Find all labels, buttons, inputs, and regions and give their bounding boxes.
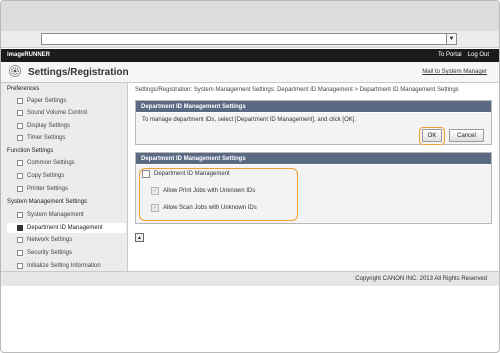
sidebar-item-label: Network Settings xyxy=(27,237,73,243)
checkbox-label: Department ID Management xyxy=(154,171,230,177)
sidebar-item-label: Initialize Setting Information xyxy=(27,263,101,269)
bullet-icon xyxy=(17,225,23,231)
cancel-button[interactable]: Cancel xyxy=(449,129,484,142)
gear-icon xyxy=(9,65,21,77)
page-title: Settings/Registration xyxy=(28,67,129,78)
sidebar-item-label: Timer Settings xyxy=(27,135,66,141)
brand-bar: imageRUNNER To Portal Log Out xyxy=(1,49,499,62)
bullet-icon xyxy=(17,263,23,269)
sidebar-item-network-settings[interactable]: Network Settings xyxy=(17,235,72,245)
bullet-icon xyxy=(17,123,23,129)
sidebar-item-label: Security Settings xyxy=(27,250,73,256)
allow-scan-option[interactable]: ✓ Allow Scan Jobs with Unknown IDs xyxy=(151,204,257,212)
bullet-icon xyxy=(17,160,23,166)
checkbox-label: Allow Print Jobs with Unknown IDs xyxy=(163,188,256,194)
sidebar-item-label: Paper Settings xyxy=(27,98,67,104)
main-content: Settings/Registration: System Management… xyxy=(128,83,499,271)
browser-window: ▼ imageRUNNER To Portal Log Out Settings… xyxy=(0,0,500,353)
footer: Copyright CANON INC. 2013 All Rights Res… xyxy=(1,271,499,286)
department-id-management-option[interactable]: Department ID Management xyxy=(142,170,230,178)
checkbox-label: Allow Scan Jobs with Unknown IDs xyxy=(163,205,257,211)
to-portal-link[interactable]: To Portal xyxy=(438,52,462,58)
bullet-icon xyxy=(17,237,23,243)
dropdown-arrow-icon[interactable]: ▼ xyxy=(446,34,456,44)
panel-body: To manage department IDs, select [Depart… xyxy=(136,113,491,145)
allow-print-option[interactable]: ✓ Allow Print Jobs with Unknown IDs xyxy=(151,187,255,195)
bullet-icon xyxy=(17,135,23,141)
sidebar-heading-system: System Management Settings xyxy=(7,199,88,205)
sidebar-item-label: Department ID Management xyxy=(27,225,103,231)
sidebar-item-common-settings[interactable]: Common Settings xyxy=(17,158,75,168)
ok-button[interactable]: OK xyxy=(422,129,442,142)
sidebar-item-printer-settings[interactable]: Printer Settings xyxy=(17,184,68,194)
sidebar-item-initialize-setting-information[interactable]: Initialize Setting Information xyxy=(17,261,101,271)
address-field[interactable]: ▼ xyxy=(41,33,457,45)
sidebar-item-label: Display Settings xyxy=(27,123,71,129)
sidebar-item-timer-settings[interactable]: Timer Settings xyxy=(17,133,65,143)
bullet-icon xyxy=(17,173,23,179)
mail-to-system-manager-link[interactable]: Mail to System Manager xyxy=(422,69,487,75)
bullet-icon xyxy=(17,98,23,104)
bullet-icon xyxy=(17,250,23,256)
sidebar-heading-preferences: Preferences xyxy=(7,86,40,92)
sidebar-item-label: Printer Settings xyxy=(27,186,69,192)
bullet-icon xyxy=(17,212,23,218)
department-id-options-panel: Department ID Management Settings Depart… xyxy=(135,152,492,224)
top-links: To Portal Log Out xyxy=(438,52,489,58)
sidebar-item-system-management[interactable]: System Management xyxy=(17,210,84,220)
breadcrumb: Settings/Registration: System Management… xyxy=(135,87,459,93)
panel-header: Department ID Management Settings xyxy=(136,153,491,164)
department-id-management-checkbox[interactable] xyxy=(142,170,150,178)
sidebar-item-label: Common Settings xyxy=(27,160,75,166)
sidebar-item-security-settings[interactable]: Security Settings xyxy=(17,248,72,258)
bullet-icon xyxy=(17,186,23,192)
logout-link[interactable]: Log Out xyxy=(468,52,489,58)
brand-name: imageRUNNER xyxy=(7,52,51,58)
panel-header: Department ID Management Settings xyxy=(136,101,491,112)
title-bar: Settings/Registration Mail to System Man… xyxy=(1,62,499,83)
sidebar-item-sound-volume[interactable]: Sound Volume Control xyxy=(17,108,87,118)
panel-body: Department ID Management ✓ Allow Print J… xyxy=(136,165,491,223)
sidebar-item-department-id-management[interactable]: Department ID Management xyxy=(7,223,126,233)
instruction-message: To manage department IDs, select [Depart… xyxy=(142,117,357,123)
copyright-text: Copyright CANON INC. 2013 All Rights Res… xyxy=(355,276,487,282)
back-to-top-icon[interactable]: ▲ xyxy=(135,233,144,242)
bullet-icon xyxy=(17,110,23,116)
browser-toolbar xyxy=(1,1,499,31)
department-id-settings-panel: Department ID Management Settings To man… xyxy=(135,100,492,145)
allow-scan-checkbox[interactable]: ✓ xyxy=(151,204,159,212)
sidebar-item-label: Sound Volume Control xyxy=(27,110,88,116)
sidebar-item-display-settings[interactable]: Display Settings xyxy=(17,121,70,131)
sidebar-item-label: Copy Settings xyxy=(27,173,65,179)
sidebar-heading-function: Function Settings xyxy=(7,148,54,154)
sidebar: Preferences Paper Settings Sound Volume … xyxy=(1,83,128,271)
address-bar-area: ▼ xyxy=(1,31,499,48)
sidebar-item-copy-settings[interactable]: Copy Settings xyxy=(17,171,64,181)
sidebar-item-label: System Management xyxy=(27,212,84,218)
sidebar-item-paper-settings[interactable]: Paper Settings xyxy=(17,96,66,106)
allow-print-checkbox[interactable]: ✓ xyxy=(151,187,159,195)
